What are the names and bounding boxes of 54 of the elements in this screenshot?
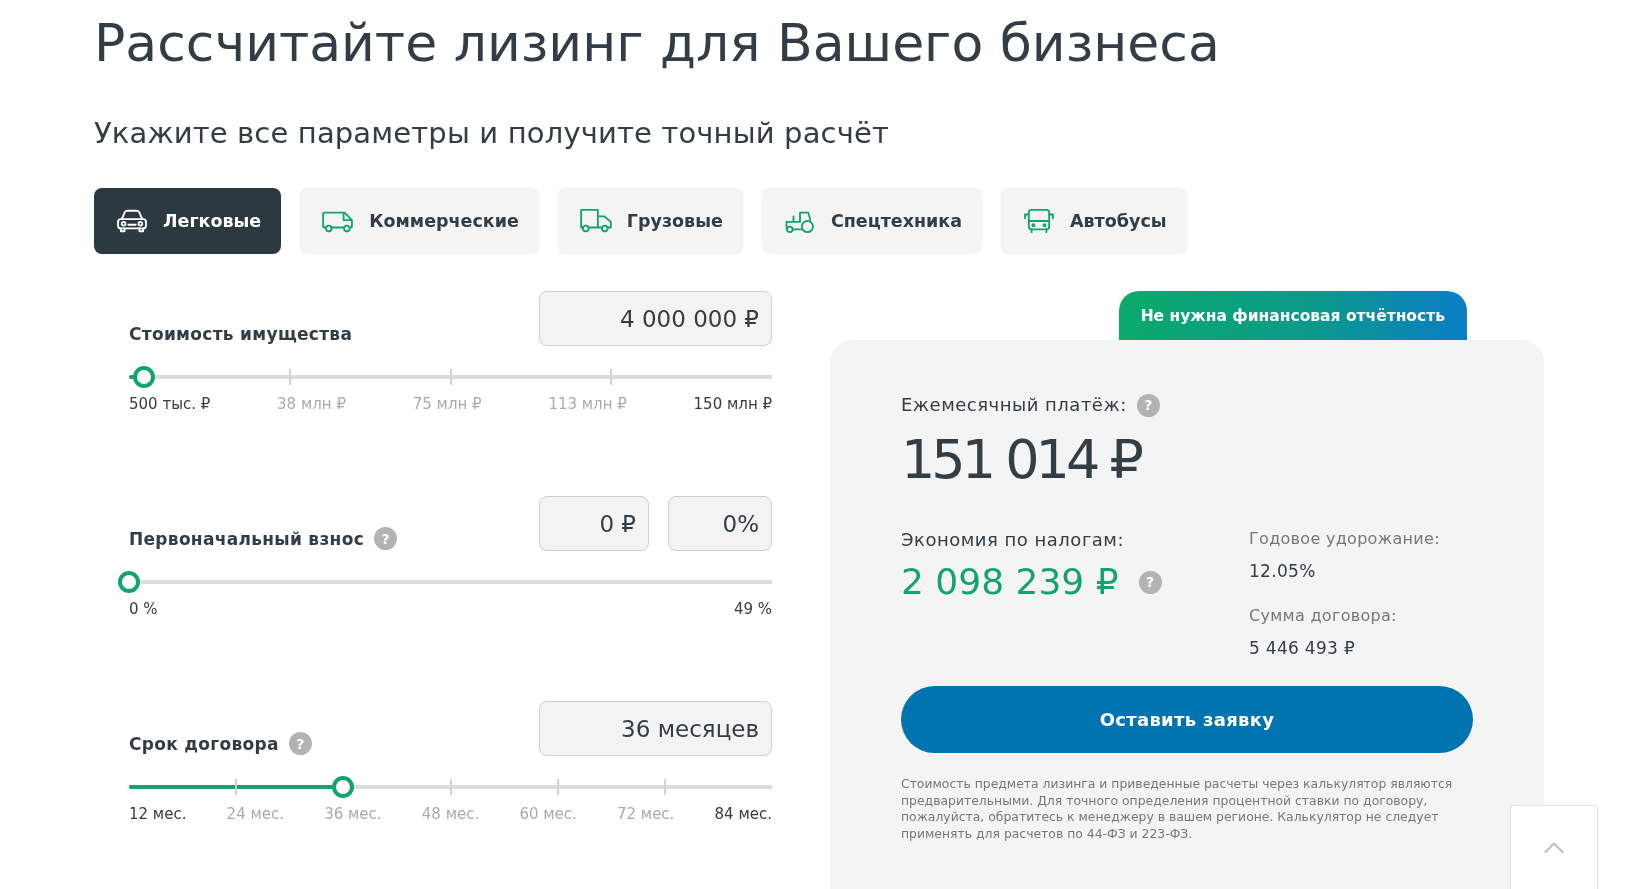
- scale-label: 24 мес.: [226, 805, 284, 823]
- scale-label: 0 %: [129, 600, 158, 618]
- vehicle-tab[interactable]: Легковые: [94, 188, 282, 254]
- page-subtitle: Укажите все параметры и получите точный расчёт: [94, 115, 889, 151]
- tick-mark: [610, 369, 613, 385]
- tick-mark: [449, 369, 452, 385]
- input-field[interactable]: 36 месяцев: [539, 701, 772, 756]
- chevron-up-icon: [1544, 842, 1564, 853]
- result-value: 12.05%: [1249, 560, 1316, 583]
- input-field[interactable]: 4 000 000 ₽: [539, 291, 772, 346]
- disclaimer-text: Стоимость предмета лизинга и приведенные расчеты через калькулятор являются предварительными. Для точного определения процентной ставки по договору, пожалуйста, обратитесь к менеджеру в вашем регионе. Калькулятор не следует применять для расчетов по 44-ФЗ и 223-ФЗ.: [901, 776, 1454, 842]
- page-title: Рассчитайте лизинг для Вашего бизнеса: [94, 15, 1220, 71]
- result-value: 5 446 493 ₽: [1249, 637, 1356, 660]
- truck-icon: [577, 208, 614, 234]
- slider-handle[interactable]: [118, 571, 140, 593]
- notice-badge: Не нужна финансовая отчётность: [1118, 291, 1467, 340]
- vehicle-tab[interactable]: Коммерческие: [300, 188, 539, 254]
- tick-mark: [449, 779, 452, 795]
- result-label: Сумма договора:: [1249, 605, 1397, 627]
- scale-label: 500 тыс. ₽: [129, 395, 211, 413]
- scale-label: 113 млн ₽: [548, 395, 627, 413]
- result-label: Ежемесячный платёж:: [901, 393, 1127, 417]
- vehicle-tab[interactable]: Спецтехника: [761, 188, 982, 254]
- slider-fill: [129, 375, 133, 379]
- tick-mark: [663, 779, 666, 795]
- result-label: Экономия по налогам:: [901, 528, 1124, 552]
- tax-savings-value: 2 098 239 ₽: [901, 560, 1119, 604]
- tick-mark: [556, 779, 559, 795]
- scale-label: 72 мес.: [616, 805, 675, 823]
- scale-label: 49 %: [733, 600, 772, 618]
- vehicle-tab[interactable]: Грузовые: [557, 188, 743, 254]
- car-icon: [114, 208, 150, 234]
- apply-button[interactable]: Оставить заявку: [901, 686, 1473, 753]
- tick-mark: [288, 369, 291, 385]
- parameter-label: Срок договора: [129, 732, 279, 755]
- input-field[interactable]: 0%: [668, 496, 772, 551]
- scale-label: 36 мес.: [324, 805, 382, 823]
- scale-label: 12 мес.: [129, 805, 187, 823]
- scale-label: 150 млн ₽: [693, 395, 772, 413]
- bus-icon: [1021, 208, 1057, 234]
- result-label: Годовое удорожание:: [1249, 528, 1440, 550]
- scale-label: 48 мес.: [421, 805, 480, 823]
- monthly-payment-value: 151 014 ₽: [901, 430, 1140, 490]
- vehicle-tab[interactable]: Автобусы: [1001, 188, 1187, 254]
- parameter-label: Стоимость имущества: [129, 323, 353, 345]
- slider-handle[interactable]: [132, 366, 155, 388]
- parameter-label: Первоначальный взнос: [129, 527, 364, 550]
- scale-label: 75 млн ₽: [412, 395, 482, 413]
- scale-label: 60 мес.: [519, 805, 577, 823]
- slider-handle[interactable]: [332, 776, 355, 798]
- input-field[interactable]: 0 ₽: [539, 496, 649, 551]
- tick-mark: [235, 779, 238, 795]
- scale-label: 38 млн ₽: [277, 395, 346, 413]
- scale-label: 84 мес.: [714, 805, 772, 823]
